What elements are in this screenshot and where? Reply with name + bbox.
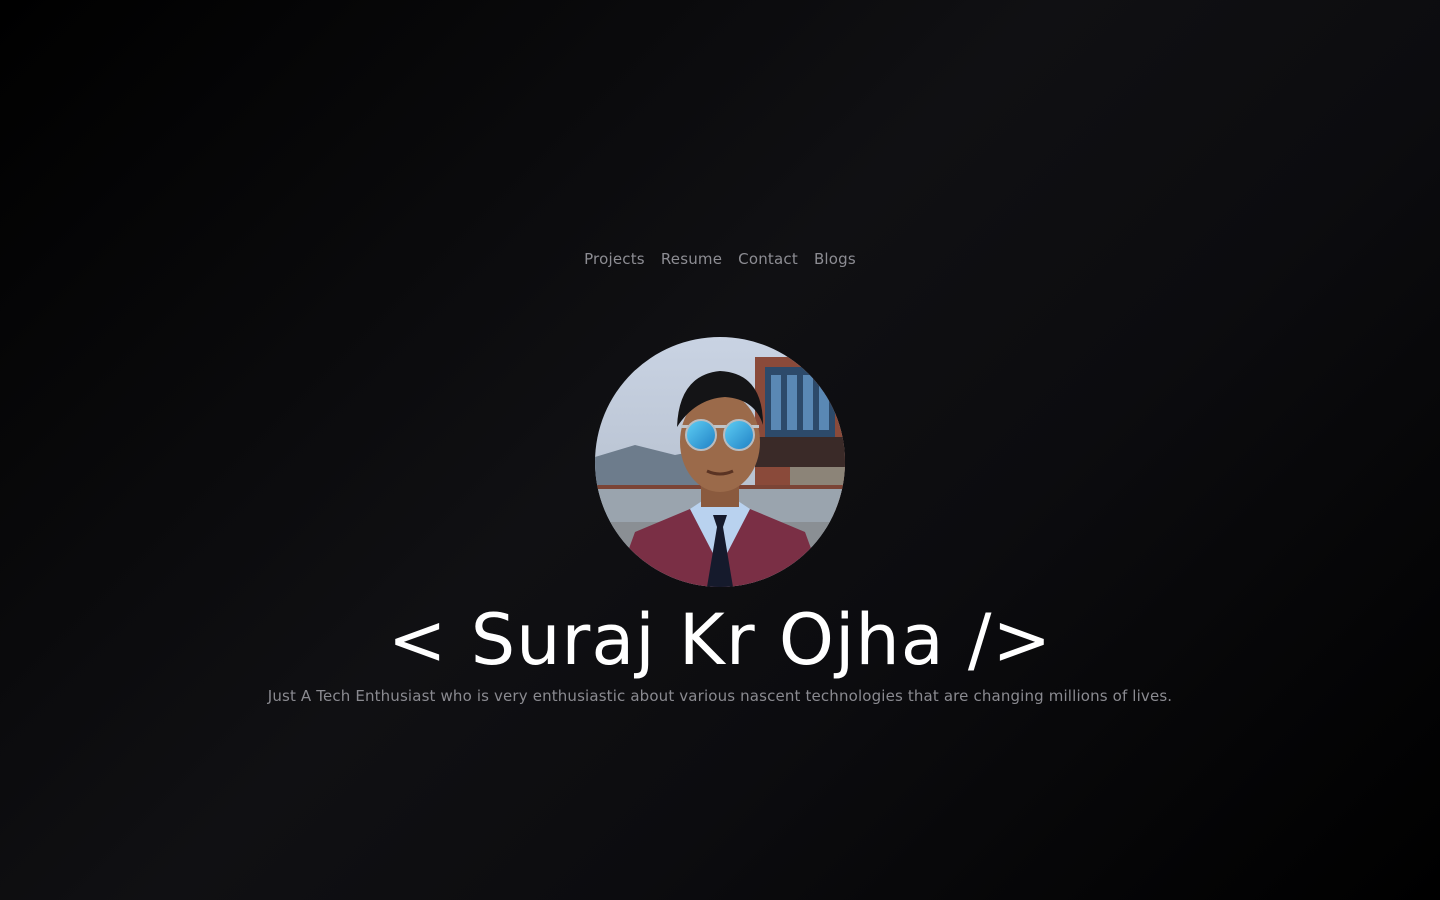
profile-photo-icon — [595, 337, 845, 587]
nav-link-blogs[interactable]: Blogs — [814, 248, 856, 270]
main-nav: Projects Resume Contact Blogs — [0, 248, 1440, 270]
profile-avatar — [595, 337, 845, 587]
hero-name-heading: < Suraj Kr Ojha /> — [387, 599, 1053, 681]
hero-tagline: Just A Tech Enthusiast who is very enthu… — [267, 687, 1173, 705]
nav-link-contact[interactable]: Contact — [738, 248, 798, 270]
nav-link-projects[interactable]: Projects — [584, 248, 645, 270]
nav-link-resume[interactable]: Resume — [661, 248, 722, 270]
